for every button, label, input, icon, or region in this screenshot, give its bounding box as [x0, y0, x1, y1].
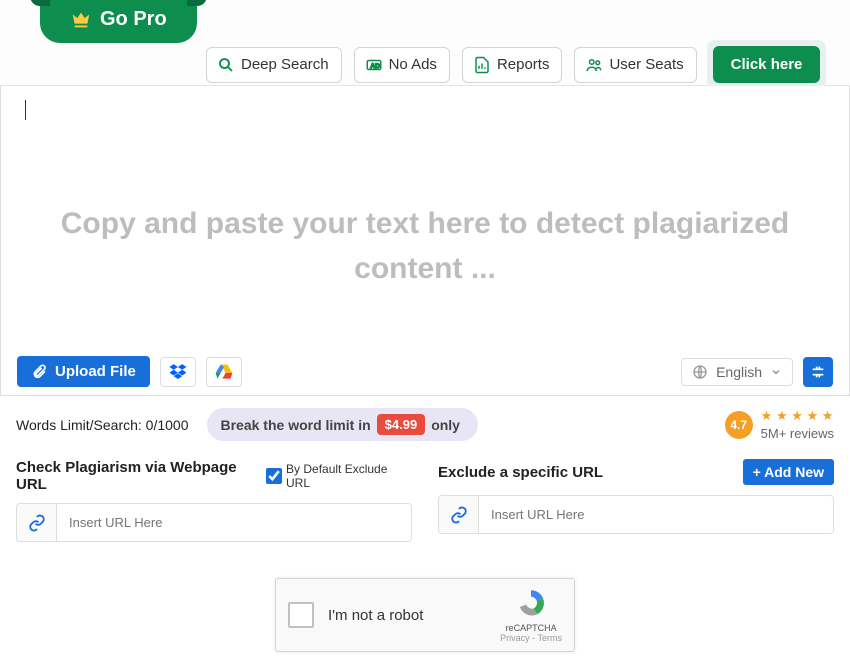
link-icon — [28, 514, 46, 532]
click-here-wrap: Click here — [707, 40, 827, 89]
exclude-default-label: By Default Exclude URL — [286, 462, 412, 490]
user-seats-label: User Seats — [609, 56, 683, 73]
exclude-default-checkbox[interactable] — [266, 468, 282, 484]
recaptcha-box[interactable]: I'm not a robot reCAPTCHA Privacy - Term… — [275, 578, 575, 652]
recaptcha-branding: reCAPTCHA Privacy - Terms — [500, 587, 562, 643]
reports-label: Reports — [497, 56, 550, 73]
paperclip-icon — [31, 364, 47, 380]
distraction-free-button[interactable] — [803, 357, 833, 387]
reports-button[interactable]: Reports — [462, 47, 563, 83]
svg-text:AD: AD — [370, 63, 380, 70]
text-area-wrap: Copy and paste your text here to detect … — [0, 86, 850, 396]
crown-icon — [70, 9, 92, 31]
exclude-url-input[interactable] — [479, 496, 833, 533]
user-seats-button[interactable]: User Seats — [574, 47, 696, 83]
rating-circle: 4.7 — [725, 411, 753, 439]
price-badge: $4.99 — [377, 414, 426, 435]
rating-box[interactable]: 4.7 ★ ★ ★ ★ ★ 5M+ reviews — [725, 408, 834, 441]
break-limit-promo[interactable]: Break the word limit in $4.99 only — [207, 408, 478, 441]
recaptcha-checkbox[interactable] — [288, 602, 314, 628]
go-pro-label: Go Pro — [100, 8, 167, 31]
deep-search-button[interactable]: Deep Search — [206, 47, 342, 83]
go-pro-badge[interactable]: Go Pro — [40, 0, 197, 43]
recaptcha-icon — [515, 587, 547, 619]
break-limit-post: only — [431, 417, 460, 433]
exclude-default-checkbox-wrap[interactable]: By Default Exclude URL — [266, 462, 412, 490]
exclude-url-title: Exclude a specific URL — [438, 464, 603, 481]
words-limit-text: Words Limit/Search: 0/1000 — [16, 417, 189, 433]
google-drive-button[interactable] — [206, 357, 242, 387]
exclude-url-column: Exclude a specific URL + Add New — [438, 459, 834, 542]
link-icon-box — [17, 504, 57, 541]
url-section: Check Plagiarism via Webpage URL By Defa… — [0, 453, 850, 558]
check-url-column: Check Plagiarism via Webpage URL By Defa… — [16, 459, 412, 542]
upload-file-button[interactable]: Upload File — [17, 356, 150, 387]
text-toolbar: Upload File English — [17, 356, 833, 387]
recaptcha-brand-text: reCAPTCHA — [500, 623, 562, 633]
feature-buttons: Deep Search AD No Ads Reports User Seats — [206, 47, 697, 83]
reviews-count: 5M+ reviews — [761, 426, 834, 441]
break-limit-pre: Break the word limit in — [221, 417, 371, 433]
top-bar: Go Pro Deep Search AD No Ads Reports Use… — [0, 0, 850, 86]
no-ads-button[interactable]: AD No Ads — [354, 47, 450, 83]
globe-icon — [692, 364, 708, 380]
reports-icon — [473, 56, 491, 74]
click-here-button[interactable]: Click here — [713, 46, 821, 83]
plagiarism-textarea[interactable] — [1, 86, 849, 356]
upload-label: Upload File — [55, 363, 136, 380]
check-url-title: Check Plagiarism via Webpage URL — [16, 459, 266, 493]
check-url-input[interactable] — [57, 504, 411, 541]
deep-search-label: Deep Search — [241, 56, 329, 73]
no-ads-icon: AD — [365, 56, 383, 74]
language-select[interactable]: English — [681, 358, 793, 386]
language-label: English — [716, 364, 762, 380]
recaptcha-privacy: Privacy - Terms — [500, 633, 562, 643]
no-ads-label: No Ads — [389, 56, 437, 73]
expand-icon — [810, 364, 826, 380]
link-icon — [450, 506, 468, 524]
text-cursor — [25, 100, 26, 120]
info-row: Words Limit/Search: 0/1000 Break the wor… — [0, 396, 850, 453]
users-icon — [585, 56, 603, 74]
google-drive-icon — [214, 362, 234, 382]
dropbox-button[interactable] — [160, 357, 196, 387]
recaptcha-label: I'm not a robot — [328, 607, 486, 624]
captcha-wrap: I'm not a robot reCAPTCHA Privacy - Term… — [0, 558, 850, 672]
add-new-button[interactable]: + Add New — [743, 459, 834, 485]
dropbox-icon — [168, 362, 188, 382]
chevron-down-icon — [770, 366, 782, 378]
stars-icon: ★ ★ ★ ★ ★ — [761, 408, 834, 424]
link-icon-box — [439, 496, 479, 533]
search-icon — [217, 56, 235, 74]
